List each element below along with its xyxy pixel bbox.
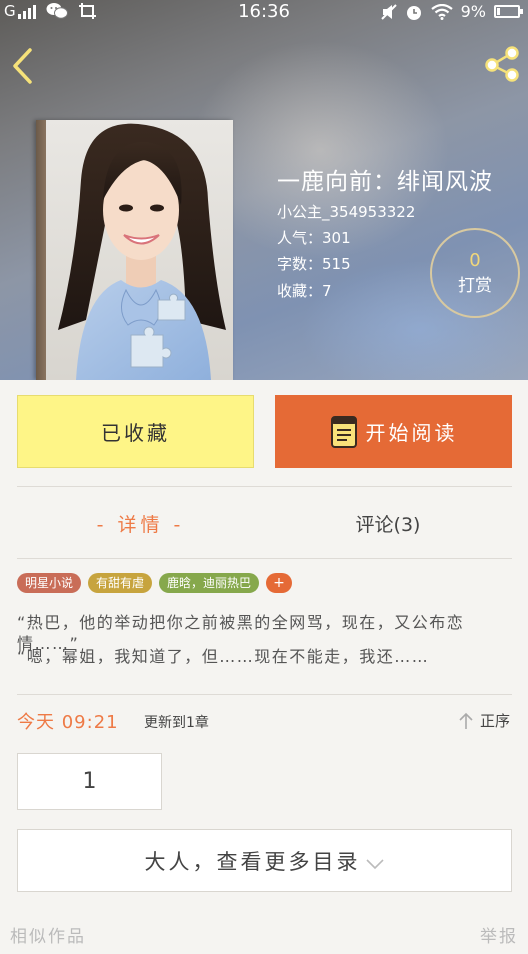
- battery-percent: 9%: [460, 2, 486, 21]
- popularity-stat: 人气：301: [277, 227, 351, 248]
- update-info: 今天 09:21 更新到1章 正序: [17, 706, 512, 736]
- author-name[interactable]: 小公主_354953322: [277, 201, 415, 222]
- intro-line: “嗯，幂姐，我知道了，但……现在不能走，我还……: [17, 647, 430, 666]
- arrow-up-icon: [459, 712, 473, 729]
- add-tag-button[interactable]: +: [266, 573, 293, 593]
- similar-works-heading: 相似作品: [10, 927, 86, 947]
- book-icon: [330, 415, 357, 448]
- book-intro[interactable]: “热巴，他的举动把你之前被黑的全网骂，现在，又公布恋情……” “嗯，幂姐，我知道…: [17, 612, 512, 667]
- book-header: G 16:36 9% 一鹿向前：绯闻风波 小公主_354953322 人气：30…: [0, 0, 528, 380]
- collected-button[interactable]: 已收藏: [17, 395, 254, 468]
- start-reading-button[interactable]: 开始阅读: [275, 395, 512, 468]
- status-bar: G 16:36 9%: [0, 0, 528, 26]
- chevron-down-icon: [365, 858, 384, 869]
- reward-button[interactable]: 0 打赏: [430, 228, 520, 318]
- book-title: 一鹿向前：绯闻风波: [277, 169, 493, 195]
- divider: [17, 486, 512, 487]
- sort-order-button[interactable]: 正序: [458, 710, 510, 731]
- divider: [17, 694, 512, 695]
- more-catalog-label: 大人，查看更多目录: [144, 849, 361, 874]
- word-count-value: 515: [322, 255, 351, 273]
- word-count-stat: 字数：515: [277, 253, 351, 274]
- tab-detail[interactable]: - 详情 -: [17, 490, 264, 556]
- sort-order-label: 正序: [479, 712, 510, 730]
- tag-list: 明星小说 有甜有虐 鹿晗，迪丽热巴 +: [17, 573, 293, 593]
- popularity-value: 301: [322, 229, 351, 247]
- word-count-label: 字数：: [277, 255, 323, 273]
- tag-item[interactable]: 有甜有虐: [88, 573, 153, 593]
- chapter-page-button[interactable]: 1: [17, 753, 162, 810]
- wifi-icon: [430, 3, 453, 20]
- back-button[interactable]: [8, 46, 38, 86]
- tag-item[interactable]: 鹿晗，迪丽热巴: [159, 573, 260, 593]
- divider: [17, 558, 512, 559]
- popularity-label: 人气：: [277, 229, 323, 247]
- reward-count: 0: [469, 250, 481, 271]
- favorites-value: 7: [322, 282, 332, 300]
- tab-comments[interactable]: 评论(3): [264, 490, 512, 556]
- book-cover-image[interactable]: [36, 120, 233, 380]
- share-button[interactable]: [482, 44, 522, 84]
- report-link[interactable]: 举报: [480, 922, 518, 947]
- favorites-stat: 收藏：7: [277, 280, 332, 301]
- start-reading-label: 开始阅读: [365, 421, 458, 445]
- favorites-label: 收藏：: [277, 282, 323, 300]
- alarm-icon: [406, 5, 421, 20]
- update-text: 更新到1章: [144, 715, 209, 731]
- more-catalog-button[interactable]: 大人，查看更多目录: [17, 829, 512, 892]
- battery-icon: [494, 5, 523, 18]
- update-time: 今天 09:21: [17, 712, 119, 733]
- reward-label: 打赏: [458, 276, 492, 296]
- chevron-left-icon: [13, 48, 32, 84]
- share-icon: [485, 46, 519, 82]
- mute-icon: [380, 3, 397, 20]
- cover-portrait: [58, 123, 226, 380]
- tag-item[interactable]: 明星小说: [17, 573, 82, 593]
